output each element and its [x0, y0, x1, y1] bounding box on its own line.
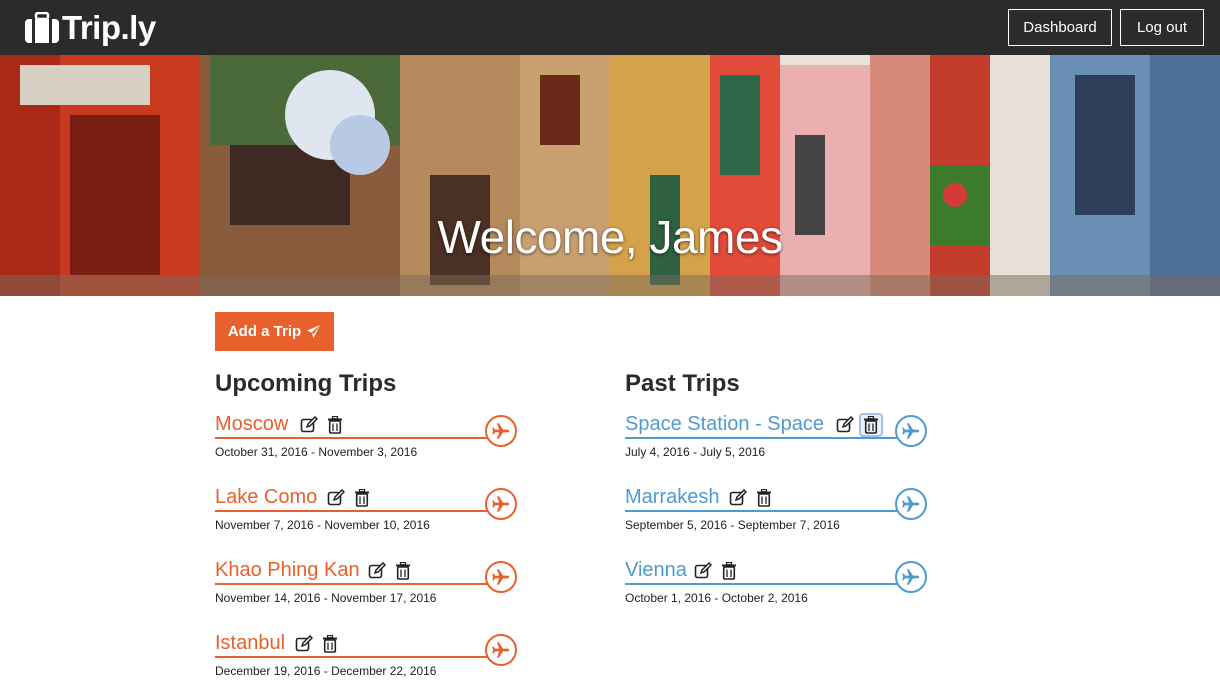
trip-name-link[interactable]: Moscow	[215, 413, 288, 436]
trip-name-link[interactable]: Space Station - Space	[625, 413, 824, 436]
trip-divider	[215, 656, 490, 658]
hero-banner: Welcome, James	[0, 55, 1220, 296]
trip-name-link[interactable]: Marrakesh	[625, 486, 719, 509]
airplane-icon[interactable]	[485, 561, 517, 593]
trip-name-link[interactable]: Vienna	[625, 559, 687, 582]
past-trips-title: Past Trips	[625, 370, 740, 397]
trip-item: Moscow October 31, 2016 - November 3, 201…	[215, 413, 520, 463]
trip-dates: October 31, 2016 - November 3, 2016	[215, 445, 418, 459]
trip-item: Space Station - Space July 4, 2016 - July…	[625, 413, 930, 463]
trip-divider	[625, 583, 900, 585]
trip-name-link[interactable]: Lake Como	[215, 486, 317, 509]
trip-divider	[215, 510, 490, 512]
airplane-icon[interactable]	[895, 561, 927, 593]
trip-item: Khao Phing Kan November 14, 2016 - Novemb…	[215, 559, 520, 609]
edit-icon[interactable]	[299, 415, 319, 435]
logout-button[interactable]: Log out	[1120, 9, 1204, 46]
dashboard-button[interactable]: Dashboard	[1008, 9, 1112, 46]
trip-divider	[215, 583, 490, 585]
trash-icon[interactable]	[754, 488, 774, 508]
paper-plane-icon	[307, 324, 321, 339]
airplane-icon[interactable]	[895, 415, 927, 447]
trip-name-link[interactable]: Khao Phing Kan	[215, 559, 360, 582]
trip-dates: September 5, 2016 - September 7, 2016	[625, 518, 840, 532]
navbar: Trip.ly Dashboard Log out	[0, 0, 1220, 55]
edit-icon[interactable]	[294, 634, 314, 654]
trip-item: Marrakesh September 5, 2016 - September 7…	[625, 486, 930, 536]
add-trip-label: Add a Trip	[227, 323, 302, 340]
trash-icon[interactable]	[320, 634, 340, 654]
airplane-icon[interactable]	[485, 634, 517, 666]
upcoming-trips-title: Upcoming Trips	[215, 370, 397, 397]
airplane-icon[interactable]	[895, 488, 927, 520]
trip-item: Lake Como November 7, 2016 - November 10,…	[215, 486, 520, 536]
brand-logo[interactable]: Trip.ly	[24, 8, 156, 48]
trash-icon[interactable]	[325, 415, 345, 435]
trash-icon[interactable]	[352, 488, 372, 508]
trash-icon[interactable]	[859, 413, 883, 437]
edit-icon[interactable]	[835, 415, 855, 435]
trip-dates: October 1, 2016 - October 2, 2016	[625, 591, 808, 605]
brand-name: Trip.ly	[62, 9, 156, 46]
airplane-icon[interactable]	[485, 488, 517, 520]
edit-icon[interactable]	[326, 488, 346, 508]
trip-divider	[215, 437, 490, 439]
edit-icon[interactable]	[728, 488, 748, 508]
edit-icon[interactable]	[693, 561, 713, 581]
trash-icon[interactable]	[719, 561, 739, 581]
edit-icon[interactable]	[367, 561, 387, 581]
trip-dates: November 7, 2016 - November 10, 2016	[215, 518, 430, 532]
trip-item: Vienna October 1, 2016 - October 2, 2016	[625, 559, 930, 609]
trip-divider	[625, 510, 900, 512]
trip-divider	[625, 437, 900, 439]
trash-icon[interactable]	[393, 561, 413, 581]
suitcase-icon	[25, 12, 59, 43]
airplane-icon[interactable]	[485, 415, 517, 447]
trip-item: Istanbul December 19, 2016 - December 22,…	[215, 632, 520, 682]
welcome-heading: Welcome, James	[437, 211, 783, 263]
trip-name-link[interactable]: Istanbul	[215, 632, 285, 655]
add-trip-button[interactable]: Add a Trip	[215, 312, 334, 351]
trip-dates: November 14, 2016 - November 17, 2016	[215, 591, 437, 605]
trip-dates: December 19, 2016 - December 22, 2016	[215, 664, 437, 678]
trip-dates: July 4, 2016 - July 5, 2016	[625, 445, 766, 459]
